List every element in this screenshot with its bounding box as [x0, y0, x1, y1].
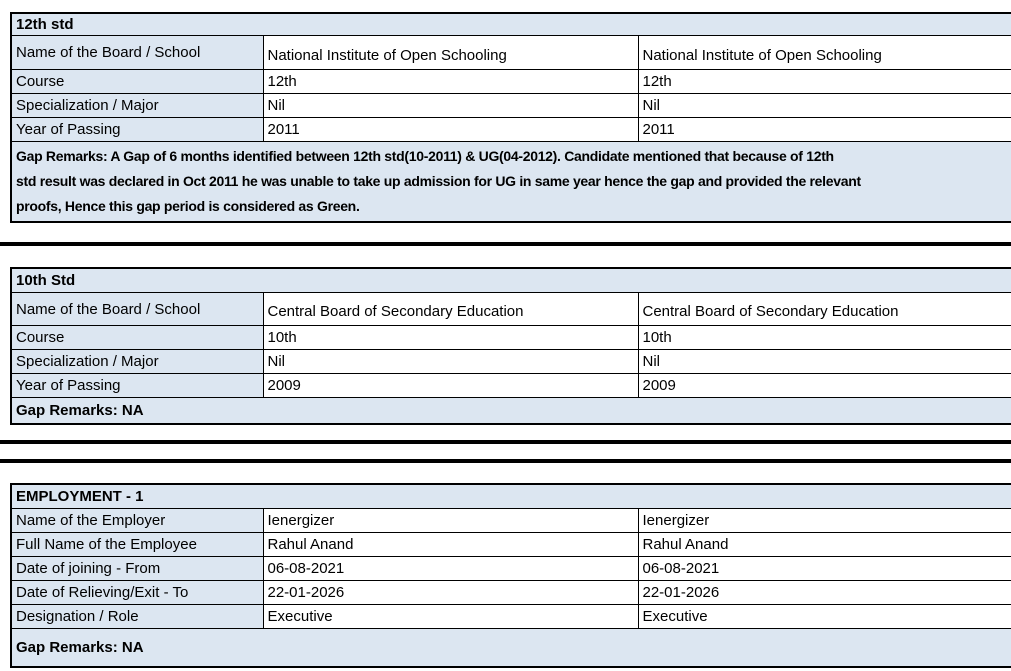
row-value: Rahul Anand [263, 533, 638, 557]
row-value: 12th [638, 69, 1011, 93]
row-label: Name of the Board / School [11, 35, 263, 69]
row-value: 06-08-2021 [638, 557, 1011, 581]
row-label: Designation / Role [11, 605, 263, 629]
row-label: Date of Relieving/Exit - To [11, 581, 263, 605]
table-row: Name of the Employer Ienergizer Ienergiz… [11, 509, 1011, 533]
row-label: Full Name of the Employee [11, 533, 263, 557]
row-value: Central Board of Secondary Education [638, 293, 1011, 326]
table-row: Date of Relieving/Exit - To 22-01-2026 2… [11, 581, 1011, 605]
table-row: Course 12th 12th [11, 69, 1011, 93]
row-value: 2009 [638, 374, 1011, 398]
gap-remarks-line: proofs, Hence this gap period is conside… [16, 194, 1008, 219]
row-value: National Institute of Open Schooling [638, 35, 1011, 69]
section-header-12th-std: 12th std [11, 13, 1011, 35]
table-row: Specialization / Major Nil Nil [11, 93, 1011, 117]
row-value: 2009 [263, 374, 638, 398]
row-value: 2011 [638, 117, 1011, 141]
separator-line [0, 440, 1011, 444]
table-row: Name of the Board / School National Inst… [11, 35, 1011, 69]
row-value: 10th [263, 326, 638, 350]
row-label: Year of Passing [11, 117, 263, 141]
row-label: Year of Passing [11, 374, 263, 398]
row-label: Date of joining - From [11, 557, 263, 581]
table-row: Date of joining - From 06-08-2021 06-08-… [11, 557, 1011, 581]
table-10th-std: 10th Std Name of the Board / School Cent… [10, 267, 1011, 425]
gap-remarks-row: Gap Remarks: A Gap of 6 months identifie… [11, 141, 1011, 222]
gap-remarks-row: Gap Remarks: NA [11, 398, 1011, 424]
table-row: Designation / Role Executive Executive [11, 605, 1011, 629]
gap-remarks-line: Gap Remarks: A Gap of 6 months identifie… [16, 144, 1008, 169]
row-value: Rahul Anand [638, 533, 1011, 557]
row-label: Course [11, 326, 263, 350]
table-row: Course 10th 10th [11, 326, 1011, 350]
row-value: 22-01-2026 [638, 581, 1011, 605]
table-row: Name of the Board / School Central Board… [11, 293, 1011, 326]
gap-remarks-row: Gap Remarks: NA [11, 629, 1011, 667]
row-label: Specialization / Major [11, 93, 263, 117]
separator-line [0, 459, 1011, 463]
row-value: 2011 [263, 117, 638, 141]
gap-remarks-line: std result was declared in Oct 2011 he w… [16, 169, 1008, 194]
row-label: Name of the Board / School [11, 293, 263, 326]
row-value: National Institute of Open Schooling [263, 35, 638, 69]
table-row: Specialization / Major Nil Nil [11, 350, 1011, 374]
row-value: 12th [263, 69, 638, 93]
separator-line [0, 242, 1011, 246]
section-title: EMPLOYMENT - 1 [11, 484, 1011, 509]
row-value: Executive [638, 605, 1011, 629]
section-title: 12th std [11, 13, 1011, 35]
table-12th-std: 12th std Name of the Board / School Nati… [10, 12, 1011, 223]
section-title: 10th Std [11, 268, 1011, 293]
table-row: Year of Passing 2009 2009 [11, 374, 1011, 398]
row-value: Central Board of Secondary Education [263, 293, 638, 326]
section-header-employment-1: EMPLOYMENT - 1 [11, 484, 1011, 509]
row-value: 06-08-2021 [263, 557, 638, 581]
row-value: Nil [263, 93, 638, 117]
row-label: Specialization / Major [11, 350, 263, 374]
row-value: Nil [638, 93, 1011, 117]
row-value: Nil [263, 350, 638, 374]
row-value: 22-01-2026 [263, 581, 638, 605]
row-value: 10th [638, 326, 1011, 350]
section-header-10th-std: 10th Std [11, 268, 1011, 293]
row-value: Ienergizer [638, 509, 1011, 533]
report-sheet: 12th std Name of the Board / School Nati… [0, 0, 1011, 671]
table-row: Full Name of the Employee Rahul Anand Ra… [11, 533, 1011, 557]
row-label: Name of the Employer [11, 509, 263, 533]
row-value: Executive [263, 605, 638, 629]
row-value: Nil [638, 350, 1011, 374]
table-employment-1: EMPLOYMENT - 1 Name of the Employer Iene… [10, 483, 1011, 668]
row-value: Ienergizer [263, 509, 638, 533]
gap-remarks: Gap Remarks: NA [11, 629, 1011, 667]
gap-remarks: Gap Remarks: A Gap of 6 months identifie… [11, 141, 1011, 222]
gap-remarks: Gap Remarks: NA [11, 398, 1011, 424]
row-label: Course [11, 69, 263, 93]
table-row: Year of Passing 2011 2011 [11, 117, 1011, 141]
